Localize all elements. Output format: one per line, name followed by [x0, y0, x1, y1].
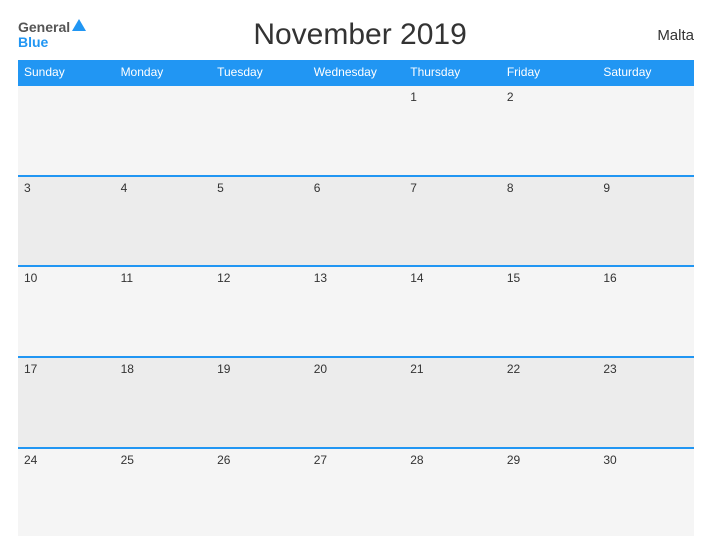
calendar-day-cell: 25 — [115, 448, 212, 536]
calendar-day-cell: 14 — [404, 266, 501, 357]
calendar-day-cell: 28 — [404, 448, 501, 536]
day-number: 21 — [410, 362, 423, 376]
calendar-day-cell: 8 — [501, 176, 598, 267]
day-number: 11 — [121, 271, 133, 285]
calendar-day-cell: 23 — [597, 357, 694, 448]
calendar-day-cell: 13 — [308, 266, 405, 357]
day-number: 3 — [24, 181, 31, 195]
calendar-day-cell: 2 — [501, 85, 598, 176]
day-number: 6 — [314, 181, 321, 195]
calendar-table: Sunday Monday Tuesday Wednesday Thursday… — [18, 60, 694, 536]
logo-triangle-icon — [72, 19, 86, 31]
calendar-day-cell: 24 — [18, 448, 115, 536]
calendar-day-cell: 11 — [115, 266, 212, 357]
calendar-day-cell: 15 — [501, 266, 598, 357]
calendar-day-cell — [115, 85, 212, 176]
calendar-week-row: 24 25 26 27 28 29 30 — [18, 448, 694, 536]
calendar-day-cell: 7 — [404, 176, 501, 267]
day-number: 23 — [603, 362, 616, 376]
day-number: 13 — [314, 271, 327, 285]
calendar-day-cell — [18, 85, 115, 176]
day-number: 27 — [314, 453, 327, 467]
col-thursday: Thursday — [404, 60, 501, 85]
calendar-day-cell: 17 — [18, 357, 115, 448]
page-header: General Blue November 2019 Malta — [18, 18, 694, 52]
day-number: 28 — [410, 453, 423, 467]
day-number: 1 — [410, 90, 417, 104]
calendar-title: November 2019 — [86, 18, 634, 52]
day-number: 26 — [217, 453, 230, 467]
calendar-day-cell — [308, 85, 405, 176]
calendar-day-cell: 22 — [501, 357, 598, 448]
col-sunday: Sunday — [18, 60, 115, 85]
day-number: 22 — [507, 362, 520, 376]
logo: General Blue — [18, 20, 86, 51]
logo-blue-text: Blue — [18, 35, 48, 50]
calendar-day-cell: 10 — [18, 266, 115, 357]
calendar-week-row: 10 11 12 13 14 15 16 — [18, 266, 694, 357]
day-number: 12 — [217, 271, 230, 285]
calendar-day-cell: 5 — [211, 176, 308, 267]
day-number: 9 — [603, 181, 610, 195]
calendar-day-cell: 6 — [308, 176, 405, 267]
day-number: 16 — [603, 271, 616, 285]
calendar-day-cell: 3 — [18, 176, 115, 267]
calendar-day-cell: 12 — [211, 266, 308, 357]
day-number: 20 — [314, 362, 327, 376]
day-number: 30 — [603, 453, 616, 467]
calendar-day-cell: 1 — [404, 85, 501, 176]
logo-general-text: General — [18, 20, 70, 35]
calendar-header-row: Sunday Monday Tuesday Wednesday Thursday… — [18, 60, 694, 85]
calendar-day-cell: 20 — [308, 357, 405, 448]
day-number: 18 — [121, 362, 134, 376]
calendar-day-cell: 26 — [211, 448, 308, 536]
calendar-day-cell: 19 — [211, 357, 308, 448]
calendar-week-row: 3 4 5 6 7 8 9 — [18, 176, 694, 267]
day-number: 4 — [121, 181, 128, 195]
calendar-week-row: 12 — [18, 85, 694, 176]
day-number: 8 — [507, 181, 514, 195]
day-number: 10 — [24, 271, 37, 285]
day-number: 24 — [24, 453, 37, 467]
calendar-day-cell: 16 — [597, 266, 694, 357]
day-number: 15 — [507, 271, 520, 285]
day-number: 25 — [121, 453, 134, 467]
day-number: 14 — [410, 271, 423, 285]
calendar-day-cell: 18 — [115, 357, 212, 448]
calendar-day-cell: 9 — [597, 176, 694, 267]
col-friday: Friday — [501, 60, 598, 85]
calendar-day-cell — [211, 85, 308, 176]
calendar-day-cell: 30 — [597, 448, 694, 536]
calendar-day-cell: 21 — [404, 357, 501, 448]
day-number: 19 — [217, 362, 230, 376]
calendar-day-cell: 4 — [115, 176, 212, 267]
calendar-day-cell: 27 — [308, 448, 405, 536]
col-monday: Monday — [115, 60, 212, 85]
day-number: 2 — [507, 90, 514, 104]
day-number: 17 — [24, 362, 37, 376]
calendar-day-cell: 29 — [501, 448, 598, 536]
day-number: 7 — [410, 181, 417, 195]
day-number: 29 — [507, 453, 520, 467]
country-label: Malta — [634, 27, 694, 44]
day-number: 5 — [217, 181, 224, 195]
col-saturday: Saturday — [597, 60, 694, 85]
col-wednesday: Wednesday — [308, 60, 405, 85]
col-tuesday: Tuesday — [211, 60, 308, 85]
calendar-day-cell — [597, 85, 694, 176]
calendar-week-row: 17 18 19 20 21 22 23 — [18, 357, 694, 448]
